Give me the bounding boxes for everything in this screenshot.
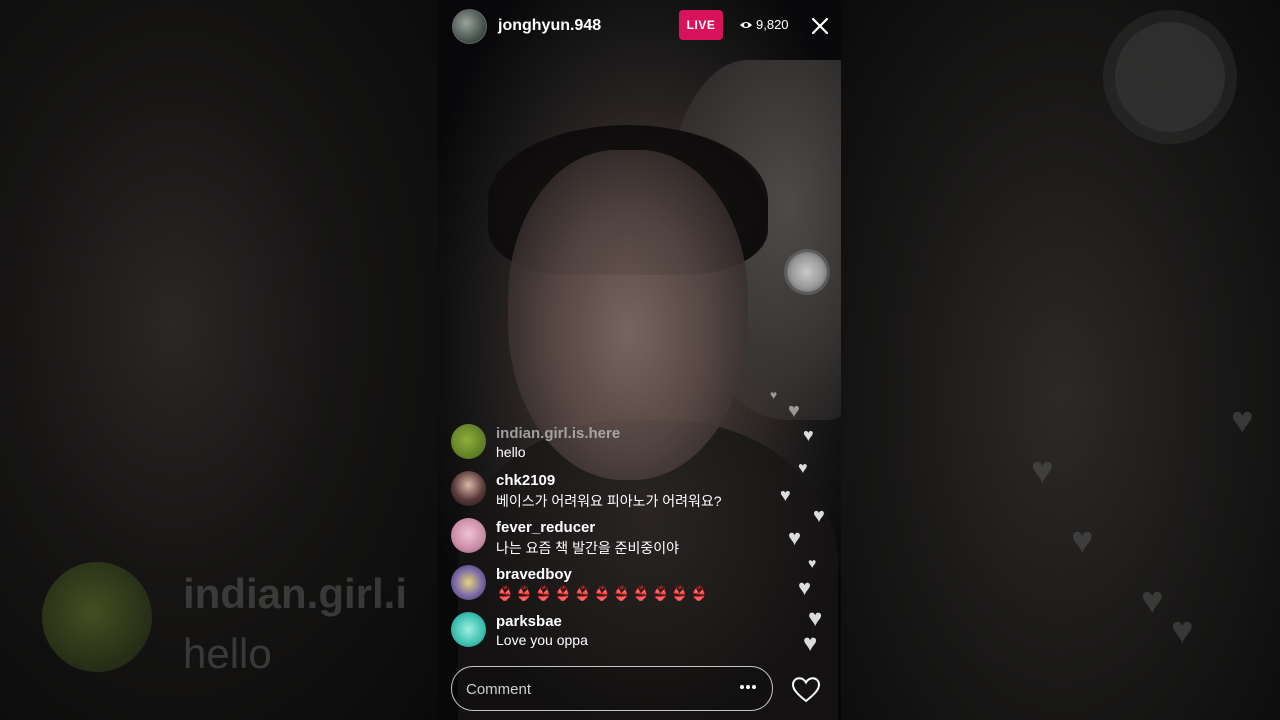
heart-icon: ♥ [808,555,817,571]
comment-text: 베이스가 어려워요 피아노가 어려워요? [496,493,722,509]
comment-text: 👙👙👙👙👙👙👙👙👙👙👙 [496,585,710,601]
heart-icon: ♥ [803,630,818,657]
commenter-username[interactable]: indian.girl.is.here [496,425,620,442]
blurred-heart-icon: ♥ [1031,450,1054,492]
heart-icon: ♥ [798,575,812,600]
comment-composer [451,666,773,711]
live-badge: LIVE [679,10,723,40]
blurred-background-left: indian.girl.i hello [0,0,438,720]
host-username[interactable]: jonghyun.948 [498,17,601,35]
heart-icon: ♥ [770,388,778,402]
heart-icon: ♥ [788,400,800,422]
commenter-avatar[interactable] [451,612,486,647]
heart-icon: ♥ [788,525,802,550]
list-item: parksbae Love you oppa [451,610,771,657]
commenter-username[interactable]: chk2109 [496,472,555,489]
comment-text: 나는 요즘 책 발간을 준비중이야 [496,540,679,556]
close-icon[interactable] [810,16,830,36]
live-stream-view: jonghyun.948 LIVE 9,820 ♥ ♥ ♥ ♥ ♥ ♥ ♥ ♥ … [438,0,841,720]
floating-hearts: ♥ ♥ ♥ ♥ ♥ ♥ ♥ ♥ ♥ ♥ ♥ [768,380,841,670]
list-item: fever_reducer 나는 요즘 책 발간을 준비중이야 [451,516,771,563]
heart-icon: ♥ [813,505,825,527]
blurred-heart-icon: ♥ [1171,610,1194,652]
commenter-avatar[interactable] [451,424,486,459]
commenter-avatar[interactable] [451,518,486,553]
blurred-heart-icon: ♥ [1141,580,1164,622]
blurred-heart-icon: ♥ [1071,520,1094,562]
blurred-button [1115,22,1225,132]
blurred-background-right: ♥ ♥ ♥ ♥ ♥ [841,0,1280,720]
heart-icon: ♥ [798,460,808,477]
blurred-avatar [42,562,152,672]
list-item: chk2109 베이스가 어려워요 피아노가 어려워요? [451,469,771,516]
comment-text: hello [496,444,526,460]
commenter-avatar[interactable] [451,471,486,506]
viewer-count-value: 9,820 [756,17,789,32]
eye-icon [740,21,752,28]
heart-icon: ♥ [803,425,814,445]
more-options-icon[interactable] [739,683,757,691]
host-avatar[interactable] [452,9,487,44]
blurred-comment: hello [183,630,272,677]
blurred-heart-icon: ♥ [1231,400,1254,442]
blurred-username: indian.girl.i [183,570,408,617]
heart-icon: ♥ [808,605,823,632]
heart-like-icon[interactable] [791,676,821,703]
stream-header: jonghyun.948 LIVE 9,820 [438,0,841,56]
comment-text: Love you oppa [496,632,588,648]
list-item: indian.girl.is.here hello [451,422,771,469]
floating-camera-button[interactable] [787,252,827,292]
commenter-username[interactable]: fever_reducer [496,519,595,536]
commenter-username[interactable]: parksbae [496,613,562,630]
comment-input[interactable] [464,677,718,701]
commenter-username[interactable]: bravedboy [496,566,572,583]
list-item: bravedboy 👙👙👙👙👙👙👙👙👙👙👙 [451,563,771,610]
viewer-count[interactable]: 9,820 [740,17,789,32]
heart-icon: ♥ [780,485,791,505]
comment-feed: indian.girl.is.here hello chk2109 베이스가 어… [451,422,771,657]
commenter-avatar[interactable] [451,565,486,600]
